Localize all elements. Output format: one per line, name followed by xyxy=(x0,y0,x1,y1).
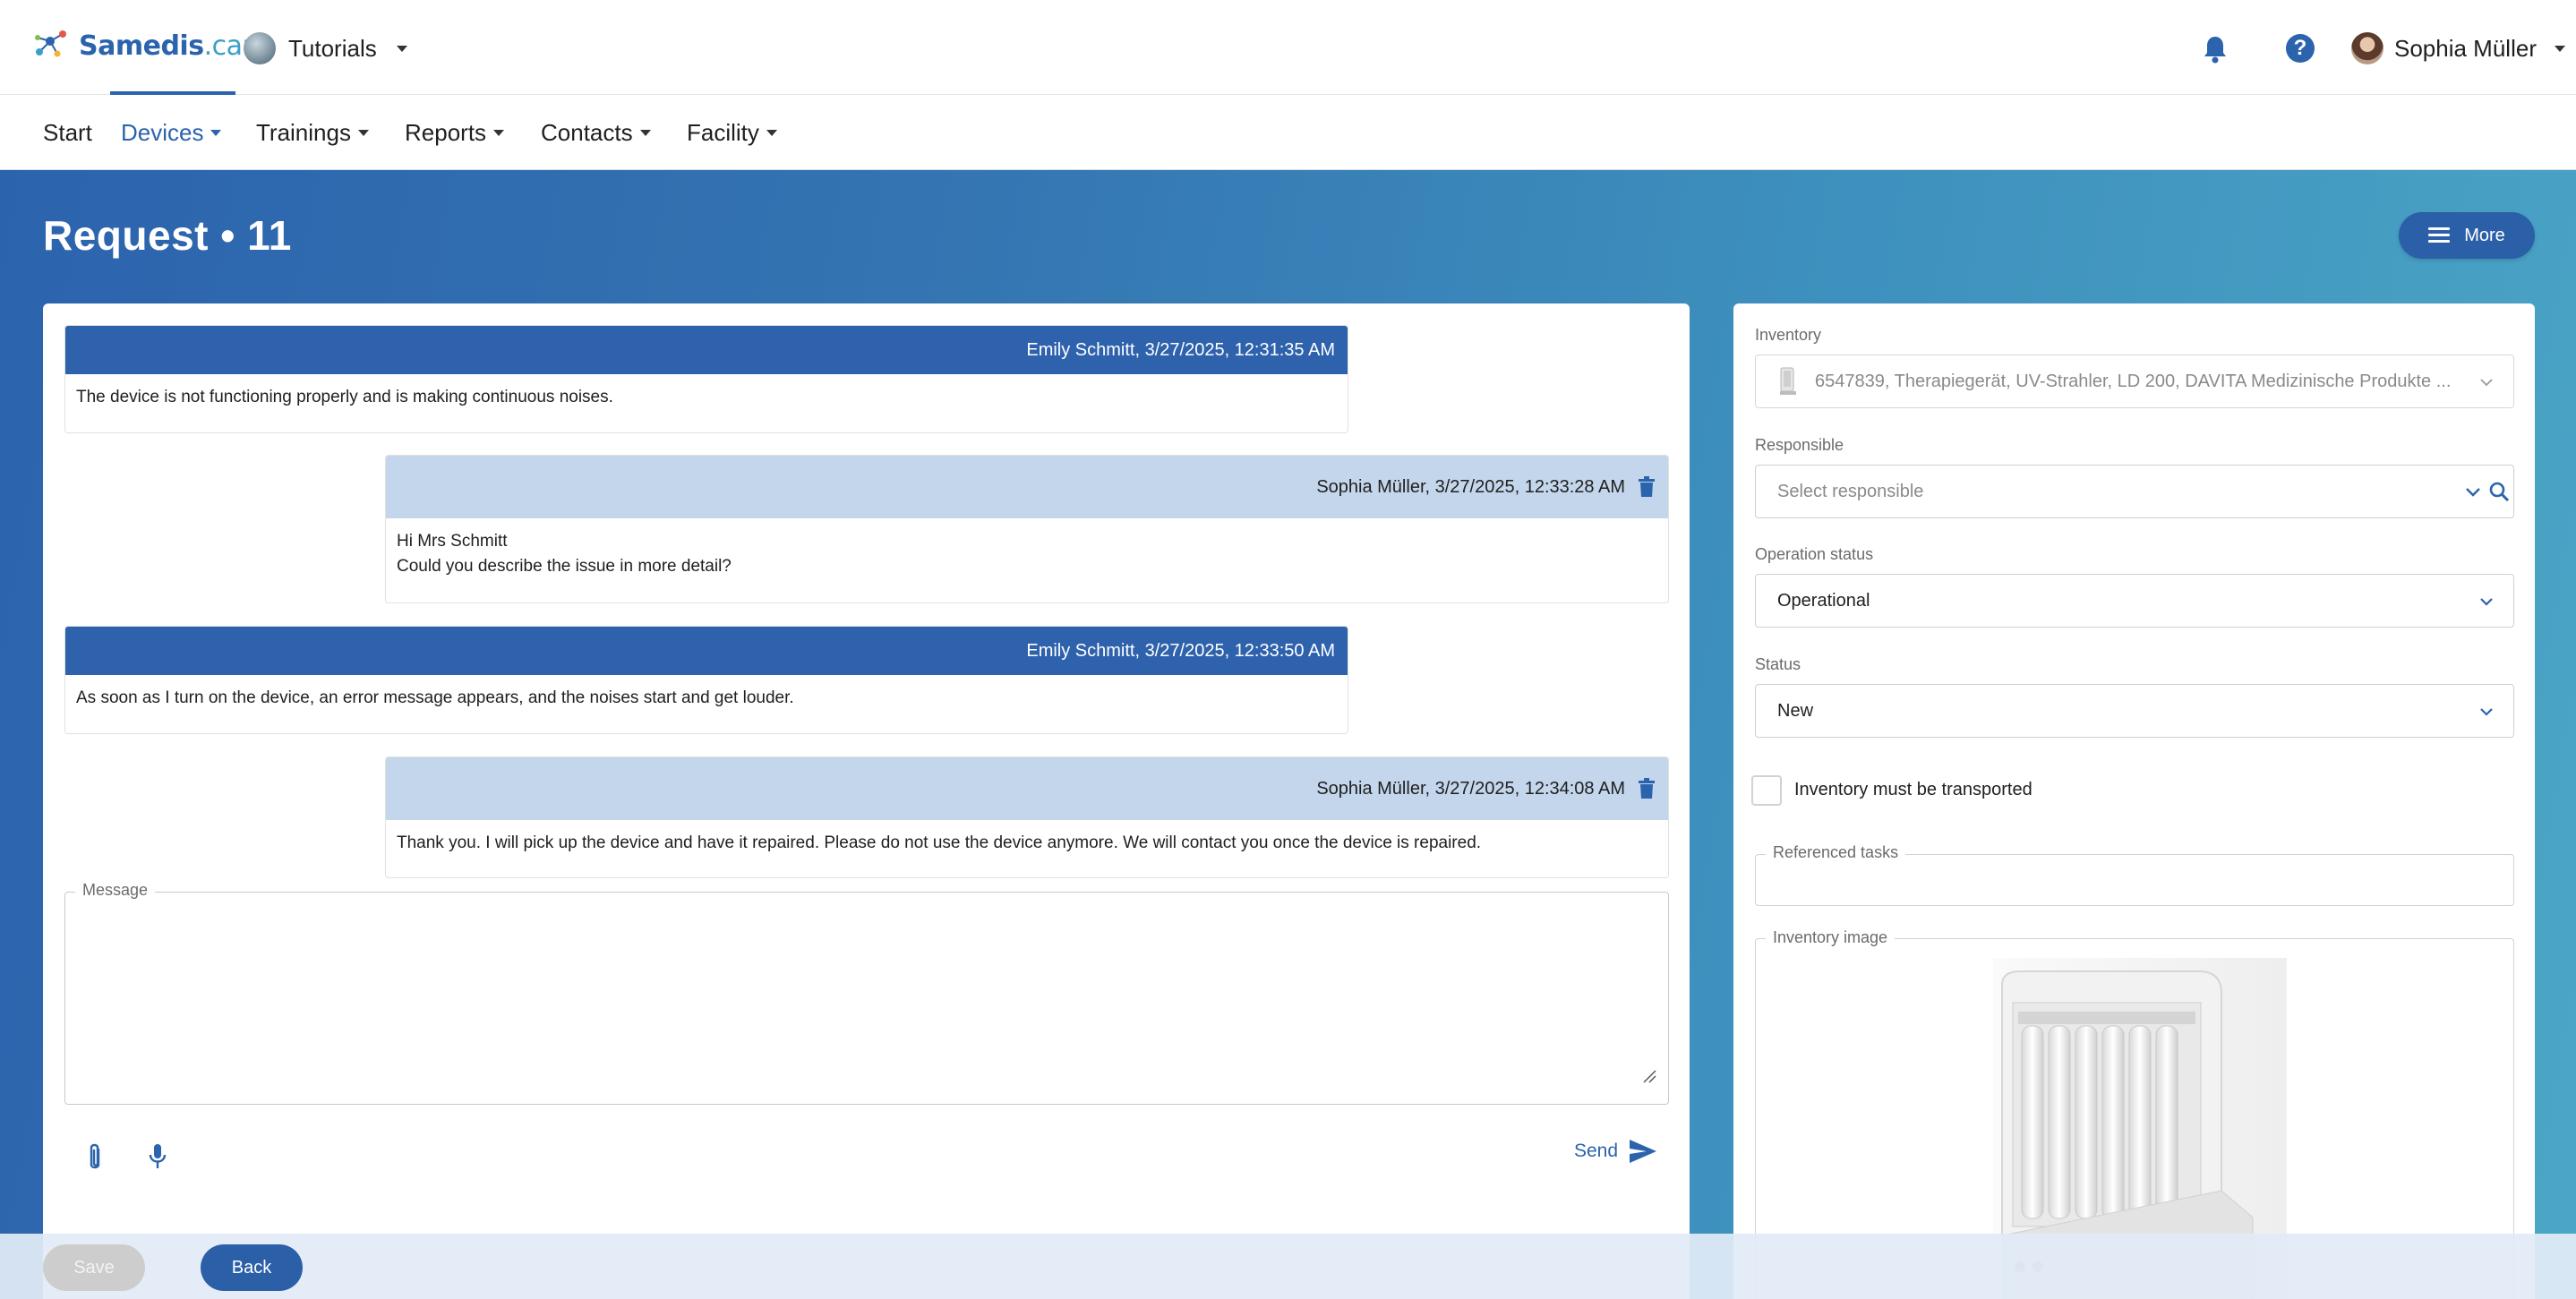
nav-facility[interactable]: Facility xyxy=(687,119,777,147)
message-body: Hi Mrs Schmitt Could you describe the is… xyxy=(386,518,1668,590)
nav-reports-label: Reports xyxy=(405,119,487,146)
responsible-select[interactable]: Select responsible xyxy=(1755,465,2514,518)
more-button[interactable]: More xyxy=(2399,212,2535,259)
help-icon[interactable]: ? xyxy=(2286,34,2315,63)
message-line: Thank you. I will pick up the device and… xyxy=(397,833,1482,852)
nav-reports[interactable]: Reports xyxy=(405,119,505,147)
chevron-down-icon xyxy=(396,45,407,52)
nav-devices[interactable]: Devices xyxy=(121,119,222,147)
message-body: As soon as I turn on the device, an erro… xyxy=(65,675,1348,722)
tenant-avatar xyxy=(244,32,276,64)
chat-message: Sophia Müller, 3/27/2025, 12:33:28 AM Hi… xyxy=(385,455,1669,603)
user-menu[interactable]: Sophia Müller xyxy=(2351,32,2565,64)
status-value: New xyxy=(1777,700,1814,721)
resize-handle-icon[interactable] xyxy=(1642,1069,1656,1083)
operation-status-value: Operational xyxy=(1777,590,1870,611)
nav-facility-label: Facility xyxy=(687,119,759,146)
message-author: Emily Schmitt, 3/27/2025, 12:31:35 AM xyxy=(1026,339,1335,360)
operation-status-select[interactable]: Operational xyxy=(1755,574,2514,628)
inventory-field: 6547839, Therapiegerät, UV-Strahler, LD … xyxy=(1755,355,2514,408)
inventory-image-label: Inventory image xyxy=(1766,928,1896,947)
menu-icon xyxy=(2428,227,2451,244)
bell-icon[interactable] xyxy=(2201,34,2229,64)
chevron-down-icon xyxy=(639,130,651,136)
app-logo[interactable]: Samedis.care xyxy=(30,25,269,66)
message-label: Message xyxy=(75,881,156,900)
nav-start[interactable]: Start xyxy=(43,119,92,147)
message-author: Emily Schmitt, 3/27/2025, 12:33:50 AM xyxy=(1026,640,1335,661)
message-header: Sophia Müller, 3/27/2025, 12:34:08 AM xyxy=(386,757,1668,820)
message-input[interactable] xyxy=(64,892,1669,1105)
message-author: Sophia Müller, 3/27/2025, 12:33:28 AM xyxy=(1316,476,1625,497)
chevron-down-icon xyxy=(2480,708,2493,716)
main-nav xyxy=(0,96,2576,170)
referenced-tasks-label: Referenced tasks xyxy=(1766,843,1906,862)
message-line: As soon as I turn on the device, an erro… xyxy=(76,688,794,707)
inventory-label: Inventory xyxy=(1755,326,1822,344)
operation-status-label: Operation status xyxy=(1755,545,1874,563)
user-name: Sophia Müller xyxy=(2394,34,2537,62)
message-header: Sophia Müller, 3/27/2025, 12:33:28 AM xyxy=(386,456,1668,518)
avatar xyxy=(2351,32,2383,64)
nav-devices-label: Devices xyxy=(121,119,204,146)
chevron-down-icon xyxy=(2480,379,2493,387)
tenant-name: Tutorials xyxy=(288,34,377,62)
responsible-label: Responsible xyxy=(1755,436,1844,454)
back-button[interactable]: Back xyxy=(201,1244,303,1291)
message-author: Sophia Müller, 3/27/2025, 12:34:08 AM xyxy=(1316,778,1625,799)
chevron-down-icon[interactable] xyxy=(2465,486,2481,499)
active-nav-indicator xyxy=(110,91,235,95)
chevron-down-icon xyxy=(766,130,777,136)
logo-icon xyxy=(35,30,66,57)
status-select[interactable]: New xyxy=(1755,684,2514,738)
message-body: Thank you. I will pick up the device and… xyxy=(386,820,1668,867)
attachment-icon[interactable] xyxy=(85,1142,105,1173)
message-line: The device is not functioning properly a… xyxy=(76,388,613,406)
chevron-down-icon xyxy=(2554,45,2565,52)
microphone-icon[interactable] xyxy=(148,1142,167,1171)
delete-icon[interactable] xyxy=(1638,476,1656,498)
message-body: The device is not functioning properly a… xyxy=(65,374,1348,421)
chat-message: Emily Schmitt, 3/27/2025, 12:33:50 AM As… xyxy=(64,626,1348,734)
inventory-value: 6547839, Therapiegerät, UV-Strahler, LD … xyxy=(1815,371,2452,391)
chevron-down-icon xyxy=(2480,598,2493,606)
more-label: More xyxy=(2464,225,2505,245)
save-button[interactable]: Save xyxy=(43,1244,145,1291)
send-icon xyxy=(1630,1140,1657,1163)
transport-label: Inventory must be transported xyxy=(1794,780,2033,799)
device-thumbnail-icon xyxy=(1780,367,1796,395)
nav-trainings[interactable]: Trainings xyxy=(256,119,369,147)
responsible-placeholder: Select responsible xyxy=(1777,481,1924,501)
message-header: Emily Schmitt, 3/27/2025, 12:31:35 AM xyxy=(65,326,1348,374)
message-line: Could you describe the issue in more det… xyxy=(397,557,732,576)
transport-checkbox[interactable] xyxy=(1751,775,1782,806)
nav-contacts-label: Contacts xyxy=(541,119,633,146)
delete-icon[interactable] xyxy=(1638,778,1656,799)
chevron-down-icon xyxy=(493,130,505,136)
search-icon[interactable] xyxy=(2488,481,2510,502)
message-line: Hi Mrs Schmitt xyxy=(397,532,508,551)
send-label: Send xyxy=(1574,1141,1619,1161)
tenant-switcher[interactable]: Tutorials xyxy=(244,32,407,64)
status-label: Status xyxy=(1755,655,1801,673)
send-button[interactable]: Send xyxy=(1574,1139,1657,1164)
nav-start-label: Start xyxy=(43,119,92,146)
bottom-action-bar xyxy=(0,1234,2576,1299)
nav-trainings-label: Trainings xyxy=(256,119,351,146)
chevron-down-icon xyxy=(210,130,222,136)
page-title: Request • 11 xyxy=(43,212,292,259)
logo-name: Samedis xyxy=(79,30,204,62)
chevron-down-icon xyxy=(357,130,369,136)
chat-message: Sophia Müller, 3/27/2025, 12:34:08 AM Th… xyxy=(385,756,1669,878)
message-header: Emily Schmitt, 3/27/2025, 12:33:50 AM xyxy=(65,627,1348,675)
chat-message: Emily Schmitt, 3/27/2025, 12:31:35 AM Th… xyxy=(64,325,1348,433)
nav-contacts[interactable]: Contacts xyxy=(541,119,651,147)
